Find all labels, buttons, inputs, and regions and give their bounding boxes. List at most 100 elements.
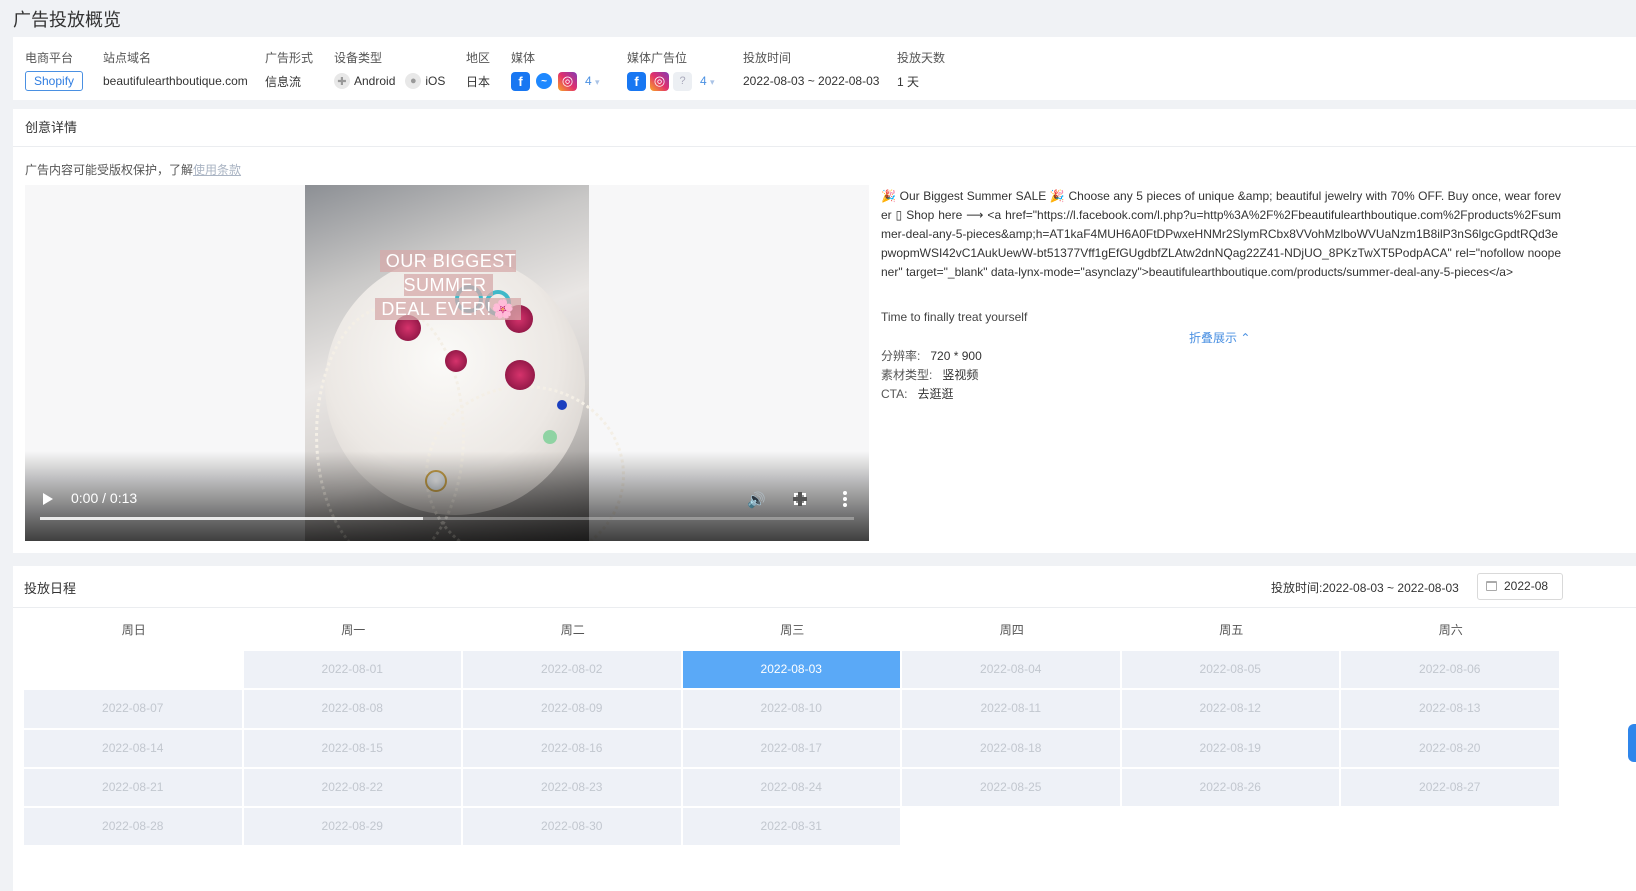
terms-link[interactable]: 使用条款: [193, 163, 241, 177]
placement-more-dropdown[interactable]: 4 ▾: [700, 74, 715, 88]
calendar-day-cell[interactable]: 2022-08-30: [463, 808, 683, 846]
domain-value[interactable]: beautifulearthboutique.com: [103, 70, 248, 92]
region-field: 地区 日本: [466, 50, 490, 92]
ad-subtext: Time to finally treat yourself: [881, 310, 1028, 324]
calendar-day-cell[interactable]: 2022-08-02: [463, 651, 683, 689]
days-value: 1 天: [897, 74, 920, 89]
copyright-notice: 广告内容可能受版权保护，了解使用条款: [25, 161, 241, 178]
calendar-day-cell[interactable]: 2022-08-24: [682, 768, 902, 807]
days-field: 投放天数 1 天: [897, 50, 945, 92]
calendar-week-row: 2022-08-28 2022-08-29 2022-08-30 2022-08-31: [24, 808, 1561, 847]
jade-bead: [543, 430, 557, 444]
more-options-icon[interactable]: [843, 491, 847, 509]
calendar-empty-cell: [902, 808, 1122, 846]
calendar-day-cell[interactable]: 2022-08-19: [1121, 729, 1341, 767]
ad-format-value: 信息流: [265, 74, 302, 89]
creative-meta: 分辨率: 720 * 900 素材类型: 竖视频 CTA: 去逛逛: [881, 347, 982, 404]
month-picker[interactable]: 2022-08: [1477, 573, 1563, 600]
media-more-dropdown[interactable]: 4 ▾: [585, 74, 600, 88]
calendar-day-cell[interactable]: 2022-08-20: [1341, 729, 1561, 767]
weekday-header: 周五: [1219, 623, 1244, 637]
calendar-day-cell[interactable]: 2022-08-17: [682, 729, 902, 767]
calendar-day-cell[interactable]: 2022-08-15: [243, 729, 463, 767]
calendar-day-cell[interactable]: 2022-08-09: [463, 690, 683, 728]
calendar-day-cell[interactable]: 2022-08-08: [243, 690, 463, 728]
calendar-day-cell[interactable]: 2022-08-06: [1341, 651, 1561, 689]
calendar-icon: [1486, 581, 1497, 591]
days-label: 投放天数: [897, 51, 946, 65]
video-player[interactable]: OUR BIGGEST SUMMER DEAL EVER!🌸 0:00 / 0:…: [25, 185, 869, 541]
collapse-toggle[interactable]: 折叠展示 ⌃: [1189, 329, 1250, 346]
ad-copy-text: 🎉 Our Biggest Summer SALE 🎉 Choose any 5…: [881, 189, 1561, 279]
media-label: 媒体: [511, 51, 536, 65]
weekday-header: 周三: [780, 623, 805, 637]
schedule-title: 投放日程: [24, 581, 77, 596]
resolution-value: 720 * 900: [930, 349, 982, 363]
cta-value: 去逛逛: [917, 387, 954, 401]
calendar-day-cell[interactable]: 2022-08-31: [682, 808, 902, 846]
calendar-week-row: 2022-08-21 2022-08-22 2022-08-23 2022-08-24…: [24, 768, 1561, 808]
calendar-day-cell[interactable]: 2022-08-01: [243, 651, 463, 689]
side-feedback-tab[interactable]: [1628, 724, 1636, 762]
fullscreen-icon[interactable]: [793, 492, 807, 506]
cta-label: CTA:: [881, 387, 908, 401]
facebook-icon: f: [627, 71, 646, 91]
calendar-day-cell[interactable]: 2022-08-22: [243, 768, 463, 807]
page-title: 广告投放概览: [13, 10, 121, 30]
weekday-header: 周日: [121, 623, 146, 637]
notice-text: 广告内容可能受版权保护，了解: [25, 163, 194, 177]
resolution-label: 分辨率:: [881, 349, 921, 363]
creative-panel: 创意详情 广告内容可能受版权保护，了解使用条款 OUR BIGGEST SUMM…: [13, 109, 1636, 553]
overview-panel: 电商平台 Shopify 站点域名 beautifulearthboutique…: [13, 37, 1636, 100]
calendar-day-cell[interactable]: 2022-08-11: [902, 690, 1122, 728]
calendar-body: 2022-08-01 2022-08-02 2022-08-03 2022-08-04…: [24, 651, 1561, 847]
calendar-week-row: 2022-08-01 2022-08-02 2022-08-03 2022-08-04…: [24, 651, 1561, 690]
calendar-day-cell[interactable]: 2022-08-14: [24, 729, 244, 767]
ruby-gem: [505, 360, 535, 390]
calendar-day-cell[interactable]: 2022-08-21: [24, 768, 244, 807]
weekday-header: 周六: [1438, 623, 1463, 637]
calendar-day-cell[interactable]: 2022-08-07: [24, 690, 244, 728]
instagram-icon: ◎: [558, 71, 577, 91]
schedule-header: 投放日程 投放时间:2022-08-03 ~ 2022-08-03 2022-0…: [13, 566, 1636, 608]
volume-icon[interactable]: 🔊: [747, 491, 766, 509]
weekday-header: 周二: [560, 623, 585, 637]
calendar-day-cell[interactable]: 2022-08-25: [902, 768, 1122, 807]
calendar-day-cell[interactable]: 2022-08-05: [1121, 651, 1341, 689]
calendar-day-cell[interactable]: 2022-08-23: [463, 768, 683, 807]
calendar-day-cell[interactable]: 2022-08-18: [902, 729, 1122, 767]
ad-format-label: 广告形式: [265, 51, 314, 65]
platform-tag[interactable]: Shopify: [25, 71, 84, 91]
video-seek-bar[interactable]: [40, 517, 854, 520]
calendar-grid: 周日 周一 周二 周三 周四 周五 周六 2022-08-01 2022-08-02 2022-…: [24, 609, 1561, 847]
calendar-day-cell[interactable]: 2022-08-26: [1121, 768, 1341, 807]
android-label: Android: [354, 74, 396, 88]
ios-label: iOS: [425, 74, 446, 88]
device-label: 设备类型: [334, 51, 383, 65]
ad-format-field: 广告形式 信息流: [265, 50, 313, 92]
calendar-empty-cell: [24, 651, 244, 689]
instagram-icon: ◎: [650, 71, 669, 91]
platform-field: 电商平台 Shopify: [25, 50, 84, 92]
calendar-day-cell[interactable]: 2022-08-28: [24, 808, 244, 846]
region-value: 日本: [466, 74, 491, 89]
schedule-range-value: 2022-08-03 ~ 2022-08-03: [1322, 581, 1459, 595]
calendar-day-cell[interactable]: 2022-08-13: [1341, 690, 1561, 728]
schedule-panel: 投放日程 投放时间:2022-08-03 ~ 2022-08-03 2022-0…: [13, 566, 1636, 891]
calendar-day-cell[interactable]: 2022-08-16: [463, 729, 683, 767]
video-time: 0:00 / 0:13: [71, 490, 138, 506]
placement-field: 媒体广告位 f ◎ ? 4 ▾: [627, 50, 715, 92]
schedule-range: 投放时间:2022-08-03 ~ 2022-08-03: [1271, 579, 1459, 596]
video-overlay-text: OUR BIGGEST SUMMER DEAL EVER!🌸: [337, 249, 559, 321]
play-icon[interactable]: [43, 493, 53, 505]
calendar-day-cell[interactable]: 2022-08-03: [682, 651, 902, 689]
calendar-day-cell[interactable]: 2022-08-27: [1341, 768, 1561, 807]
time-label: 投放时间: [743, 51, 792, 65]
unknown-icon: ?: [673, 71, 692, 91]
calendar-day-cell[interactable]: 2022-08-04: [902, 651, 1122, 689]
calendar-day-cell[interactable]: 2022-08-29: [243, 808, 463, 846]
calendar-day-cell[interactable]: 2022-08-12: [1121, 690, 1341, 728]
sapphire-bead: [557, 400, 567, 410]
calendar-weekdays: 周日 周一 周二 周三 周四 周五 周六: [24, 609, 1561, 651]
calendar-day-cell[interactable]: 2022-08-10: [682, 690, 902, 728]
